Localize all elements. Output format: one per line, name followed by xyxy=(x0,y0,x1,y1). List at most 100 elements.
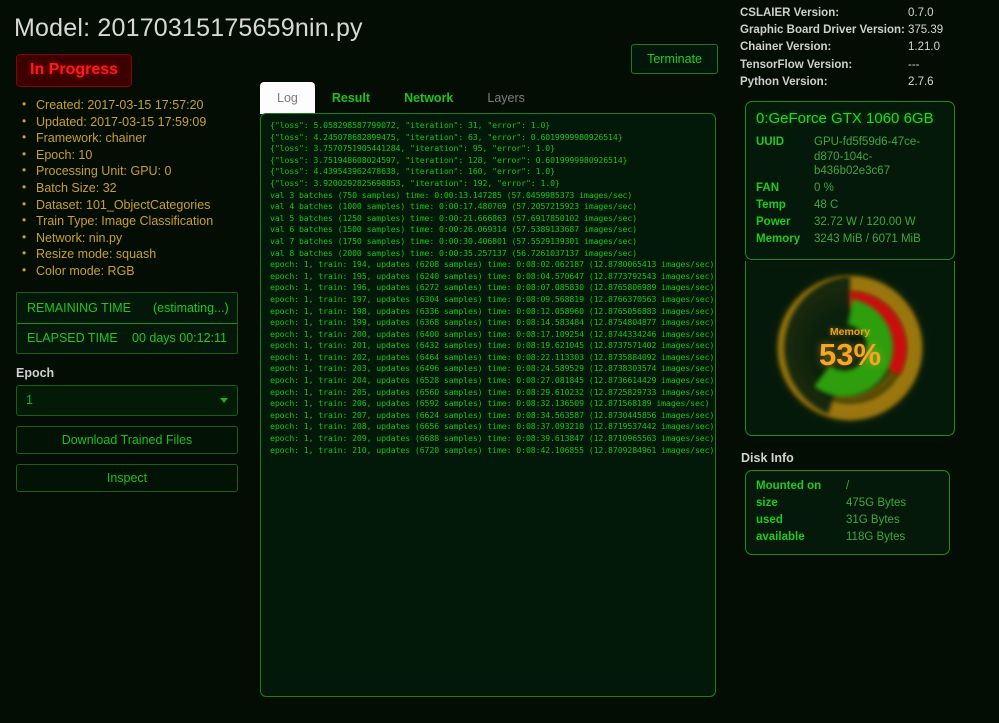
log-line: {"loss": 3.751948608024597, "iteration":… xyxy=(270,154,628,165)
terminate-button[interactable]: Terminate xyxy=(631,44,718,74)
log-line: {"loss": 5.058298587799072, "iteration":… xyxy=(270,120,551,130)
gpu-value: 3243 MiB / 6071 MiB xyxy=(814,232,921,245)
version-key: CSLAIER Version: xyxy=(740,7,840,19)
version-row: CSLAIER Version: 0.7.0 xyxy=(740,5,999,22)
gpu-key: Memory xyxy=(756,232,801,245)
version-value: 1.21.0 xyxy=(908,41,940,54)
list-item: Updated: 2017-03-15 17:59:09 xyxy=(22,113,250,131)
gpu-key: UUID xyxy=(756,136,785,149)
version-key: Chainer Version: xyxy=(740,41,832,54)
disk-value: 118G Bytes xyxy=(846,530,906,543)
download-trained-files-button[interactable]: Download Trained Files xyxy=(16,425,238,454)
log-line: epoch: 1, train: 195, updates (6240 samp… xyxy=(270,270,715,281)
gpu-row-temp: Temp 48 C xyxy=(756,198,944,213)
version-value: 375.39 xyxy=(908,24,944,37)
gpu-key: Temp xyxy=(756,198,786,211)
version-value: --- xyxy=(908,58,920,71)
disk-key: Mounted on xyxy=(756,479,822,492)
version-value: 2.7.6 xyxy=(908,75,934,88)
list-item: Processing Unit: GPU: 0 xyxy=(22,162,250,180)
log-line: epoch: 1, train: 205, updates (6560 samp… xyxy=(270,386,715,397)
log-line: epoch: 1, train: 201, updates (6432 samp… xyxy=(270,340,715,351)
disk-key: used xyxy=(756,513,783,526)
remaining-time-label: REMAINING TIME xyxy=(27,300,131,315)
log-line: epoch: 1, train: 209, updates (6688 samp… xyxy=(270,433,715,444)
memory-gauge: Memory 53% xyxy=(770,268,930,428)
log-line: {"loss": 3.7570751905441284, "iteration"… xyxy=(270,143,555,154)
page-title: Model: 20170315175659nin.py xyxy=(14,14,363,42)
log-line: epoch: 1, train: 202, updates (6464 samp… xyxy=(270,351,715,362)
log-line: val 4 batches (1000 samples) time: 0:00:… xyxy=(270,201,638,212)
gpu-name: 0:GeForce GTX 1060 6GB xyxy=(756,110,934,128)
epoch-select-value: 1 xyxy=(26,393,33,408)
gpu-row-fan: FAN 0 % xyxy=(756,181,944,196)
log-line: epoch: 1, train: 204, updates (6528 samp… xyxy=(270,375,715,386)
epoch-select[interactable]: 1 xyxy=(16,384,238,416)
version-value: 0.7.0 xyxy=(908,7,934,19)
status-badge: In Progress xyxy=(16,54,133,87)
log-line: epoch: 1, train: 203, updates (6496 samp… xyxy=(270,363,715,374)
gpu-value: 32.72 W / 120.00 W xyxy=(814,215,916,228)
tab-layers[interactable]: Layers xyxy=(470,82,542,114)
gpu-row-uuid: UUID GPU-fd5f59d6-47ce-d870-104c-b436b02… xyxy=(756,135,944,179)
disk-info-title: Disk Info xyxy=(741,450,794,465)
version-row: Python Version: 2.7.6 xyxy=(740,74,999,91)
log-line: epoch: 1, train: 194, updates (6208 samp… xyxy=(270,259,715,270)
gpu-key: FAN xyxy=(756,181,779,194)
log-output[interactable]: {"loss": 5.058298587799072, "iteration":… xyxy=(260,113,716,697)
version-row: Graphic Board Driver Version: 375.39 xyxy=(740,22,999,39)
log-line: epoch: 1, train: 200, updates (6400 samp… xyxy=(270,328,715,339)
log-line: epoch: 1, train: 207, updates (6624 samp… xyxy=(270,409,715,420)
tab-bar: Log Result Network Layers xyxy=(260,82,542,114)
version-key: TensorFlow Version: xyxy=(740,58,853,71)
log-line: val 8 batches (2000 samples) time: 0:00:… xyxy=(270,247,638,258)
list-item: Epoch: 10 xyxy=(22,146,250,164)
log-line: val 5 batches (1250 samples) time: 0:00:… xyxy=(270,212,638,223)
disk-row-size: size 475G Bytes xyxy=(756,495,939,512)
timing-panel: REMAINING TIME (estimating...) ELAPSED T… xyxy=(16,291,238,354)
log-line: epoch: 1, train: 206, updates (6592 samp… xyxy=(270,398,710,409)
gpu-row-power: Power 32.72 W / 120.00 W xyxy=(756,215,944,230)
inspect-button[interactable]: Inspect xyxy=(16,463,238,492)
log-line: val 6 batches (1500 samples) time: 0:00:… xyxy=(270,224,638,235)
elapsed-time-value: 00 days 00:12:11 xyxy=(132,331,227,346)
version-info: CSLAIER Version: 0.7.0 Graphic Board Dri… xyxy=(735,0,999,91)
app-root: Model: 20170315175659nin.py In Progress … xyxy=(0,0,999,723)
log-line: {"loss": 4.439543962478638, "iteration":… xyxy=(270,166,555,177)
list-item: Batch Size: 32 xyxy=(22,179,250,197)
tab-network[interactable]: Network xyxy=(387,82,470,114)
list-item: Color mode: RGB xyxy=(22,262,250,280)
disk-key: size xyxy=(756,496,778,509)
elapsed-time-row: ELAPSED TIME 00 days 00:12:11 xyxy=(17,322,237,353)
disk-key: available xyxy=(756,530,805,543)
disk-info-panel: Mounted on / size 475G Bytes used 31G By… xyxy=(745,469,950,555)
log-line: epoch: 1, train: 208, updates (6656 samp… xyxy=(270,421,715,432)
gpu-value: 0 % xyxy=(814,181,834,194)
disk-value: 475G Bytes xyxy=(846,496,907,509)
list-item: Resize mode: squash xyxy=(22,245,250,263)
gpu-value: GPU-fd5f59d6-47ce-d870-104c-b436b02e3c67 xyxy=(814,136,921,178)
log-line: epoch: 1, train: 196, updates (6272 samp… xyxy=(270,282,715,293)
disk-row-used: used 31G Bytes xyxy=(756,512,939,529)
log-line: {"loss": 3.9200292825698853, "iteration"… xyxy=(270,177,560,188)
elapsed-time-label: ELAPSED TIME xyxy=(27,331,118,346)
list-item: Dataset: 101_ObjectCategories xyxy=(22,196,250,214)
system-sidebar: CSLAIER Version: 0.7.0 Graphic Board Dri… xyxy=(735,0,999,555)
disk-value: / xyxy=(846,479,850,492)
log-line: val 7 batches (1750 samples) time: 0:00:… xyxy=(270,235,638,246)
tab-result[interactable]: Result xyxy=(315,82,387,114)
disk-value: 31G Bytes xyxy=(846,513,900,526)
list-item: Framework: chainer xyxy=(22,129,250,147)
list-item: Network: nin.py xyxy=(22,229,250,247)
gpu-info-panel: 0:GeForce GTX 1060 6GB UUID GPU-fd5f59d6… xyxy=(745,101,955,260)
disk-row-mounted: Mounted on / xyxy=(756,478,939,495)
gpu-row-memory: Memory 3243 MiB / 6071 MiB xyxy=(756,232,944,247)
remaining-time-value: (estimating...) xyxy=(152,300,229,315)
log-line: val 3 batches (750 samples) time: 0:00:1… xyxy=(270,189,633,200)
version-key: Graphic Board Driver Version: xyxy=(740,24,905,37)
model-sidebar: Model: 20170315175659nin.py In Progress … xyxy=(0,0,363,492)
gpu-key: Power xyxy=(756,215,791,228)
gauge-svg xyxy=(771,268,929,427)
tab-log[interactable]: Log xyxy=(260,82,315,114)
log-line: epoch: 1, train: 197, updates (6304 samp… xyxy=(270,293,715,304)
